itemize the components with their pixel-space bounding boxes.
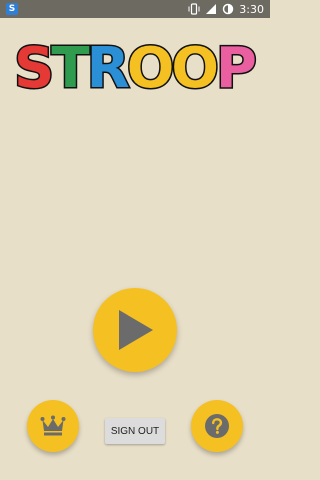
crown-icon: [40, 415, 66, 436]
logo-letter-p: P: [214, 36, 258, 101]
vibrate-icon: [188, 3, 200, 15]
stroop-logo: S T R O O P: [0, 34, 270, 104]
logo-letter-r: R: [85, 36, 131, 101]
play-button[interactable]: [93, 288, 177, 372]
logo-letter-o2: O: [170, 36, 221, 101]
status-bar: S 3:30: [0, 0, 270, 18]
status-icons: 3:30: [188, 0, 264, 18]
logo-letter-s: S: [13, 36, 56, 101]
sign-out-button[interactable]: SIGN OUT: [105, 418, 165, 444]
status-time: 3:30: [239, 2, 264, 16]
signal-icon: [206, 4, 217, 14]
battery-icon: [223, 3, 234, 15]
help-button[interactable]: [191, 400, 243, 452]
leaderboard-button[interactable]: [27, 400, 79, 452]
logo-letter-o1: O: [125, 36, 176, 101]
play-icon: [119, 310, 153, 350]
app-notification-icon: S: [6, 3, 18, 15]
question-icon: [205, 414, 229, 438]
logo-letter-t: T: [50, 36, 91, 101]
